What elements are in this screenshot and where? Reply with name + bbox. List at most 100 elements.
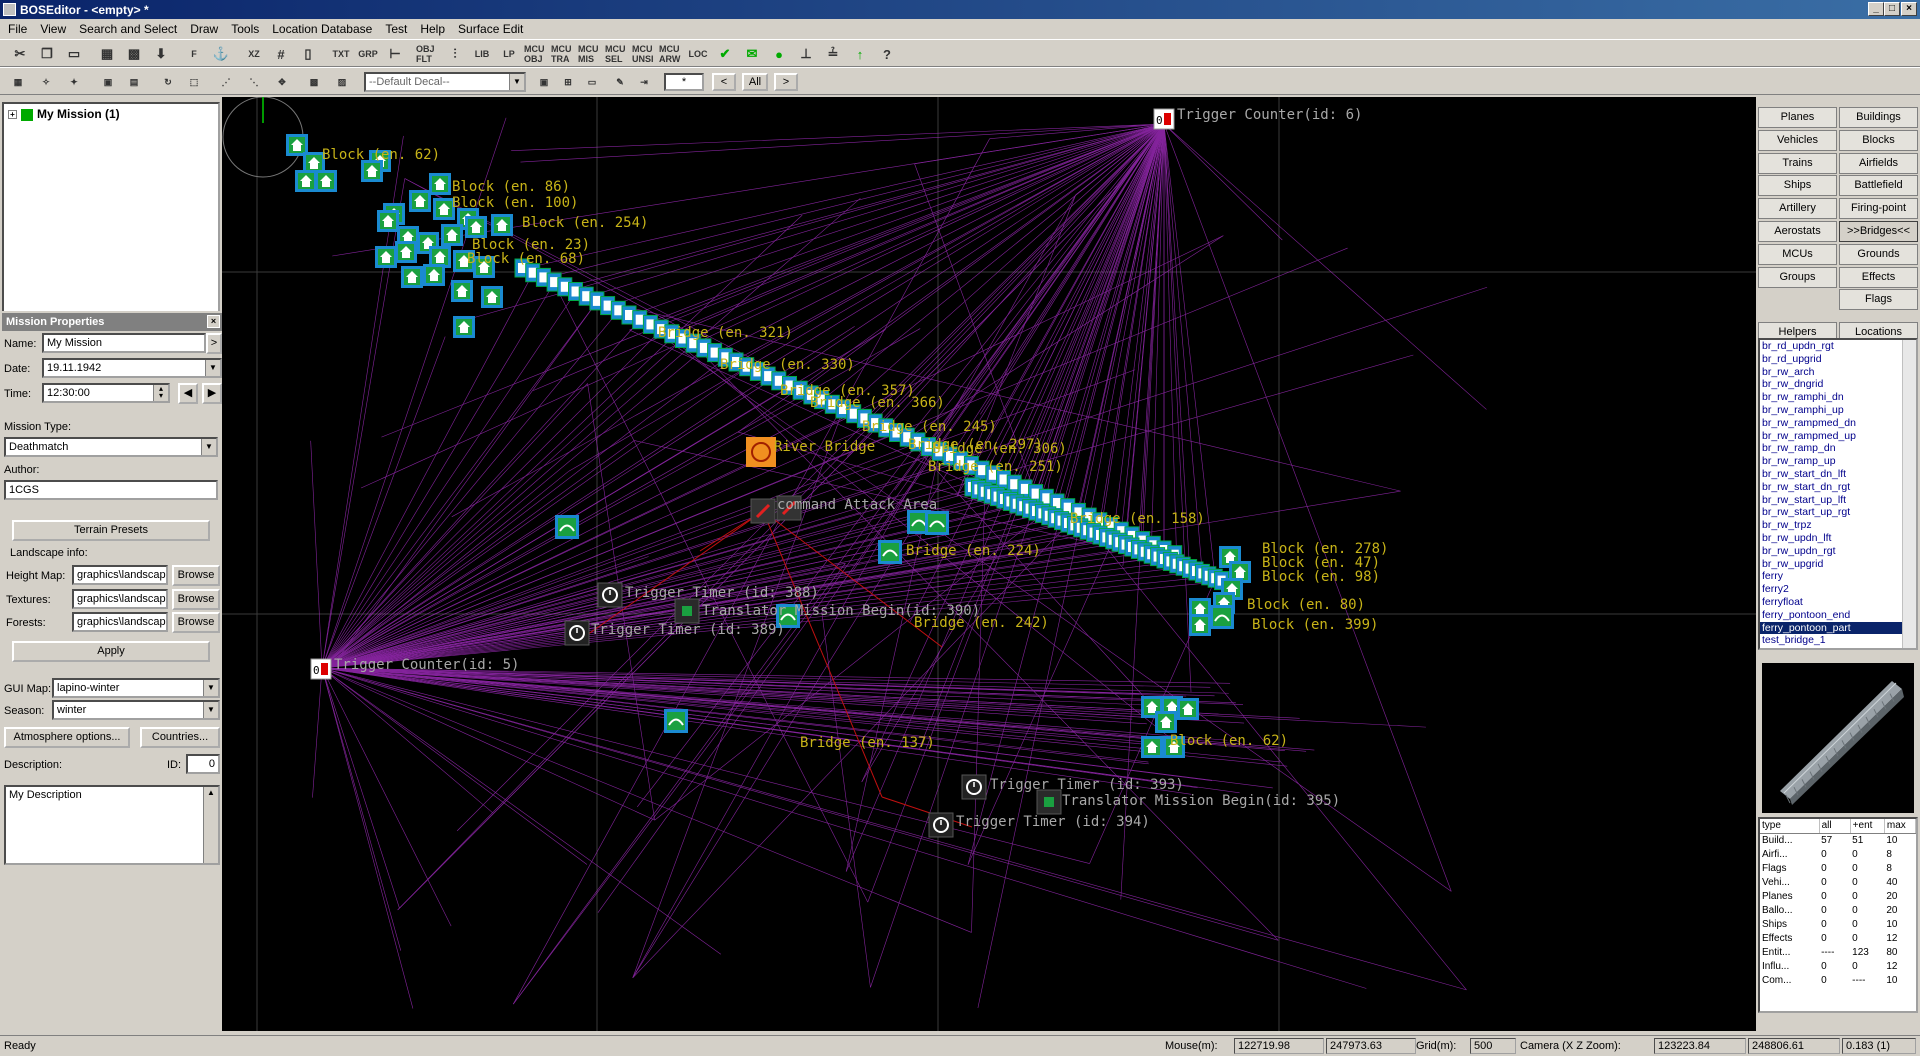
tool-mcu-tra-button[interactable]: MCU TRA: [551, 43, 575, 65]
object-list-item[interactable]: br_rw_upgrid: [1760, 558, 1916, 571]
object-list-item[interactable]: br_rw_updn_rgt: [1760, 545, 1916, 558]
category-mcus-button[interactable]: MCUs: [1758, 243, 1837, 265]
help-icon[interactable]: ?: [875, 43, 899, 65]
tool-mcu-sel-button[interactable]: MCU SEL: [605, 43, 629, 65]
export-icon[interactable]: ⇥: [632, 71, 656, 93]
tree-root[interactable]: + My Mission (1): [8, 107, 120, 121]
block-marker[interactable]: [441, 224, 463, 246]
translator-marker[interactable]: [674, 598, 700, 624]
tool-f-button[interactable]: F: [182, 43, 206, 65]
decal-tool-2-icon[interactable]: ⊞: [556, 71, 580, 93]
time-field[interactable]: 12:30:00 ▴ ▾: [42, 383, 170, 403]
object-list-item[interactable]: br_rw_trpz: [1760, 519, 1916, 532]
object-list-item[interactable]: test_bridge_1: [1760, 634, 1916, 647]
image-icon[interactable]: ▣: [96, 71, 120, 93]
ruler-icon[interactable]: ⊢: [383, 43, 407, 65]
tool-mcu-unsi-button[interactable]: MCU UNSI: [632, 43, 656, 65]
countries-button[interactable]: Countries...: [140, 727, 220, 748]
block-marker[interactable]: [315, 170, 337, 192]
stats-header-cell[interactable]: all: [1819, 819, 1851, 834]
object-list-item[interactable]: br_rw_ramp_up: [1760, 455, 1916, 468]
textures-field[interactable]: graphics\landscape: [72, 589, 168, 609]
trigger-timer-marker[interactable]: [597, 582, 623, 608]
pencil-icon[interactable]: ✎: [608, 71, 632, 93]
apply-button[interactable]: Apply: [12, 641, 210, 662]
move-icon[interactable]: ✥: [270, 71, 294, 93]
block-marker[interactable]: [409, 190, 431, 212]
trigger-timer-marker[interactable]: [928, 812, 954, 838]
block-marker[interactable]: [295, 170, 317, 192]
dot-icon[interactable]: ●: [767, 43, 791, 65]
menu-help[interactable]: Help: [412, 19, 450, 36]
copy-icon[interactable]: ❐: [35, 43, 59, 65]
time-next-button[interactable]: ▶: [202, 383, 222, 404]
close-button[interactable]: ×: [1901, 2, 1917, 16]
object-list-item[interactable]: ferry: [1760, 570, 1916, 583]
frame-icon[interactable]: ⬚: [182, 71, 206, 93]
command-attack-marker[interactable]: [750, 498, 776, 524]
object-list-scrollbar[interactable]: [1902, 340, 1916, 648]
image2-icon[interactable]: ▤: [122, 71, 146, 93]
block-marker[interactable]: [453, 316, 475, 338]
checker-icon[interactable]: ▦: [6, 71, 30, 93]
block-marker[interactable]: [423, 264, 445, 286]
tool-mcu-obj-button[interactable]: MCU OBJ: [524, 43, 548, 65]
stats-header-cell[interactable]: type: [1760, 819, 1820, 834]
block-marker[interactable]: [361, 160, 383, 182]
rotate-icon[interactable]: ↻: [156, 71, 180, 93]
paste-icon[interactable]: ▭: [62, 43, 86, 65]
tool-mcu-arw-button[interactable]: MCU ARW: [659, 43, 683, 65]
expand-icon[interactable]: +: [8, 110, 17, 120]
category-airfields-button[interactable]: Airfields: [1839, 152, 1918, 174]
download-icon[interactable]: ⬇: [149, 43, 173, 65]
decal-select[interactable]: --Default Decal-- ▼: [364, 72, 526, 92]
tool-xz-button[interactable]: XZ: [242, 43, 266, 65]
maximize-button[interactable]: □: [1884, 2, 1900, 16]
block-marker[interactable]: [1177, 698, 1199, 720]
object-list-item[interactable]: br_rd_updn_rgt: [1760, 340, 1916, 353]
category-grounds-button[interactable]: Grounds: [1839, 243, 1918, 265]
menu-location-database[interactable]: Location Database: [264, 19, 377, 36]
wand-icon[interactable]: ✧: [34, 71, 58, 93]
object-list-item[interactable]: br_rw_ramphi_dn: [1760, 391, 1916, 404]
group-icon[interactable]: ▦: [95, 43, 119, 65]
name-more-button[interactable]: >: [206, 333, 222, 354]
translator-marker[interactable]: [1036, 789, 1062, 815]
prev-button[interactable]: <: [712, 73, 736, 91]
all-button[interactable]: All: [742, 73, 768, 91]
atmosphere-options-button[interactable]: Atmosphere options...: [4, 727, 130, 748]
bridge-marker[interactable]: [664, 709, 688, 733]
close-icon[interactable]: ×: [207, 315, 220, 328]
filter-icon[interactable]: ⫶: [443, 43, 467, 65]
block-marker[interactable]: [377, 210, 399, 232]
block-marker[interactable]: [1155, 711, 1177, 733]
tool-obj-flt-button[interactable]: OBJ FLT: [416, 43, 440, 65]
decal-tool-1-icon[interactable]: ▣: [532, 71, 556, 93]
block-marker[interactable]: [401, 266, 423, 288]
author-field[interactable]: 1CGS: [4, 480, 218, 500]
block-marker[interactable]: [491, 214, 513, 236]
bridge-marker[interactable]: [555, 515, 579, 539]
tool-lib-button[interactable]: LIB: [470, 43, 494, 65]
object-list[interactable]: br_rd_updn_rgt br_rd_upgrid br_rw_arch br_r…: [1758, 338, 1918, 650]
object-list-item[interactable]: ferry_pontoon_end: [1760, 609, 1916, 622]
grid-icon[interactable]: #: [269, 43, 293, 65]
object-list-item[interactable]: br_rw_rampmed_up: [1760, 430, 1916, 443]
object-list-item[interactable]: br_rw_updn_lft: [1760, 532, 1916, 545]
stats-header-cell[interactable]: max: [1884, 819, 1917, 834]
tool-txt-button[interactable]: TXT: [329, 43, 353, 65]
description-field[interactable]: My Description ▲: [4, 785, 220, 865]
trigger-counter-6[interactable]: 0: [1153, 108, 1175, 130]
block-marker[interactable]: [375, 246, 397, 268]
menu-view[interactable]: View: [32, 19, 71, 36]
object-list-item[interactable]: br_rw_start_up_rgt: [1760, 506, 1916, 519]
bridge-marker[interactable]: [1210, 605, 1234, 629]
name-field[interactable]: My Mission: [42, 333, 206, 353]
block-marker[interactable]: [429, 173, 451, 195]
arrow-up-icon[interactable]: ↑: [848, 43, 872, 65]
height-map-field[interactable]: graphics\landscape: [72, 565, 168, 585]
trigger-timer-marker[interactable]: [961, 774, 987, 800]
object-list-item[interactable]: br_rw_start_dn_rgt: [1760, 481, 1916, 494]
mission-tree[interactable]: + My Mission (1): [2, 102, 220, 314]
category-flags-button[interactable]: Flags: [1839, 289, 1918, 311]
